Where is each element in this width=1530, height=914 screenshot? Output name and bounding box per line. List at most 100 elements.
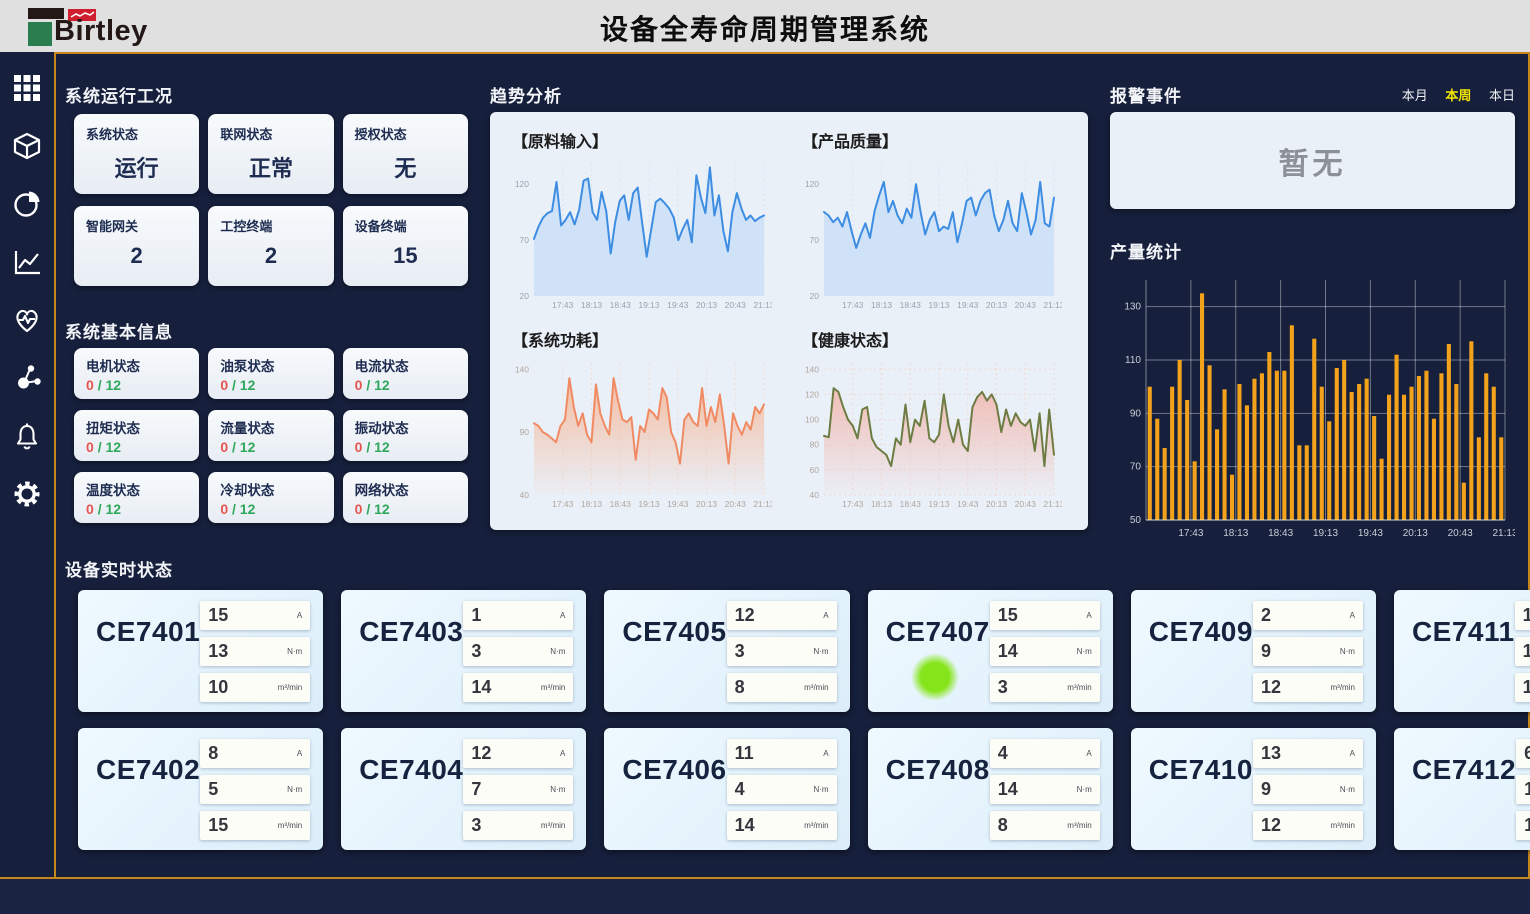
value: 13 (208, 641, 228, 662)
svg-text:120: 120 (515, 179, 529, 189)
status-card-torque[interactable]: 扭矩状态 0 / 12 (74, 410, 199, 461)
svg-text:20: 20 (810, 291, 820, 301)
device-card-ce7406[interactable]: CE7406 11A 4N·m 14m³/min (604, 728, 849, 850)
device-name: CE7411 (1394, 590, 1515, 712)
device-values: 15A 13N·m 10m³/min (200, 601, 310, 712)
bell-icon[interactable] (13, 422, 41, 450)
svg-text:17:43: 17:43 (842, 300, 864, 310)
status-card-temperature[interactable]: 温度状态 0 / 12 (74, 472, 199, 523)
unit: m³/min (1067, 683, 1091, 692)
status-card-flow[interactable]: 流量状态 0 / 12 (208, 410, 333, 461)
status-card-network-state[interactable]: 网络状态 0 / 12 (343, 472, 468, 523)
health-status-chart: 【健康状态】 17:4318:1318:4319:1319:4320:1320:… (796, 325, 1072, 524)
device-card-ce7412[interactable]: CE7412 6A 15N·m 10m³/min (1394, 728, 1530, 850)
current-reading: 12A (727, 601, 837, 630)
svg-text:18:13: 18:13 (581, 300, 603, 310)
product-quality-line-chart: 17:4318:1318:4319:1319:4320:1320:4321:13… (796, 154, 1072, 319)
cube-icon[interactable] (13, 132, 41, 160)
tab-this-week[interactable]: 本周 (1445, 88, 1471, 103)
status-card-device-terminal[interactable]: 设备终端 15 (343, 206, 468, 286)
current-reading: 8A (200, 739, 310, 768)
svg-text:18:13: 18:13 (581, 499, 603, 509)
value: 12 (1261, 815, 1281, 836)
value: 12 (471, 743, 491, 764)
status-card-cooling[interactable]: 冷却状态 0 / 12 (208, 472, 333, 523)
status-card-oil-pump[interactable]: 油泵状态 0 / 12 (208, 348, 333, 399)
device-card-ce7404[interactable]: CE7404 12A 7N·m 3m³/min (341, 728, 586, 850)
status-card-motor[interactable]: 电机状态 0 / 12 (74, 348, 199, 399)
health-pulse-icon[interactable] (13, 306, 41, 334)
device-card-ce7407[interactable]: CE7407 15A 14N·m 3m³/min (868, 590, 1113, 712)
value: 3 (471, 641, 481, 662)
alarm-events-panel: 暂无 (1110, 112, 1515, 209)
svg-text:20: 20 (520, 291, 530, 301)
svg-text:19:43: 19:43 (1358, 528, 1383, 539)
operating-cards: 系统状态 运行 联网状态 正常 授权状态 无 智能网关 2 工控终端 2 设备终… (74, 114, 468, 286)
torque-reading: 5N·m (200, 775, 310, 804)
production-bar-chart: 17:4318:1318:4319:1319:4320:1320:4321:13… (1110, 264, 1515, 542)
status-card-gateway[interactable]: 智能网关 2 (74, 206, 199, 286)
alarm-count: 0 (355, 377, 363, 393)
card-label: 系统状态 (86, 124, 187, 143)
svg-text:80: 80 (810, 440, 820, 450)
torque-reading: 4N·m (727, 775, 837, 804)
svg-text:18:43: 18:43 (610, 499, 632, 509)
status-card-vibration[interactable]: 振动状态 0 / 12 (343, 410, 468, 461)
tab-this-month[interactable]: 本月 (1402, 88, 1428, 103)
status-card-network[interactable]: 联网状态 正常 (208, 114, 333, 194)
svg-text:120: 120 (805, 179, 819, 189)
raw-input-line-chart: 17:4318:1318:4319:1319:4320:1320:4321:13… (506, 154, 782, 319)
card-value: 无 (355, 151, 456, 183)
card-value: 正常 (220, 151, 321, 183)
unit: m³/min (541, 683, 565, 692)
svg-text:20:43: 20:43 (1448, 528, 1473, 539)
card-label: 电流状态 (355, 355, 456, 375)
device-card-ce7408[interactable]: CE7408 4A 14N·m 8m³/min (868, 728, 1113, 850)
device-card-ce7401[interactable]: CE7401 15A 13N·m 10m³/min (78, 590, 323, 712)
status-card-current[interactable]: 电流状态 0 / 12 (343, 348, 468, 399)
value: 13 (1261, 743, 1281, 764)
device-name: CE7401 (78, 590, 200, 712)
svg-text:20:43: 20:43 (725, 300, 747, 310)
device-values: 13A 9N·m 12m³/min (1253, 739, 1363, 850)
current-reading: 1A (463, 601, 573, 630)
status-card-license[interactable]: 授权状态 无 (343, 114, 468, 194)
molecule-icon[interactable] (13, 364, 41, 392)
status-card-terminal[interactable]: 工控终端 2 (208, 206, 333, 286)
app-header: Birtley 设备全寿命周期管理系统 (0, 0, 1530, 52)
line-chart-icon[interactable] (13, 248, 41, 276)
value: 9 (1261, 641, 1271, 662)
value: 10 (1523, 605, 1530, 626)
card-count: 0 / 12 (355, 439, 456, 455)
device-card-ce7405[interactable]: CE7405 12A 3N·m 8m³/min (604, 590, 849, 712)
card-label: 流量状态 (220, 417, 321, 437)
device-card-ce7409[interactable]: CE7409 2A 9N·m 12m³/min (1131, 590, 1376, 712)
device-card-ce7402[interactable]: CE7402 8A 5N·m 15m³/min (78, 728, 323, 850)
svg-text:18:13: 18:13 (871, 300, 893, 310)
device-card-ce7410[interactable]: CE7410 13A 9N·m 12m³/min (1131, 728, 1376, 850)
card-count: 0 / 12 (220, 377, 321, 393)
pie-chart-icon[interactable] (13, 190, 41, 218)
unit: N·m (1340, 647, 1355, 656)
device-card-ce7403[interactable]: CE7403 1A 3N·m 14m³/min (341, 590, 586, 712)
card-count: 0 / 12 (86, 377, 187, 393)
alarm-count: 0 (355, 501, 363, 517)
flow-reading: 8m³/min (727, 673, 837, 702)
current-reading: 6A (1516, 739, 1530, 768)
card-count: 0 / 12 (220, 439, 321, 455)
svg-text:18:13: 18:13 (1223, 528, 1248, 539)
total-count: / 12 (98, 377, 121, 393)
card-label: 授权状态 (355, 124, 456, 143)
value: 4 (998, 743, 1008, 764)
device-card-ce7411[interactable]: CE7411 10A 15N·m 11m³/min (1394, 590, 1530, 712)
value: 15 (208, 605, 228, 626)
svg-text:21:13: 21:13 (753, 499, 772, 509)
tab-today[interactable]: 本日 (1489, 88, 1515, 103)
gear-icon[interactable] (13, 480, 41, 508)
svg-text:90: 90 (520, 427, 530, 437)
value: 10 (1524, 815, 1530, 836)
total-count: / 12 (98, 439, 121, 455)
status-card-system[interactable]: 系统状态 运行 (74, 114, 199, 194)
svg-text:19:13: 19:13 (638, 499, 660, 509)
apps-grid-icon[interactable] (13, 74, 41, 102)
